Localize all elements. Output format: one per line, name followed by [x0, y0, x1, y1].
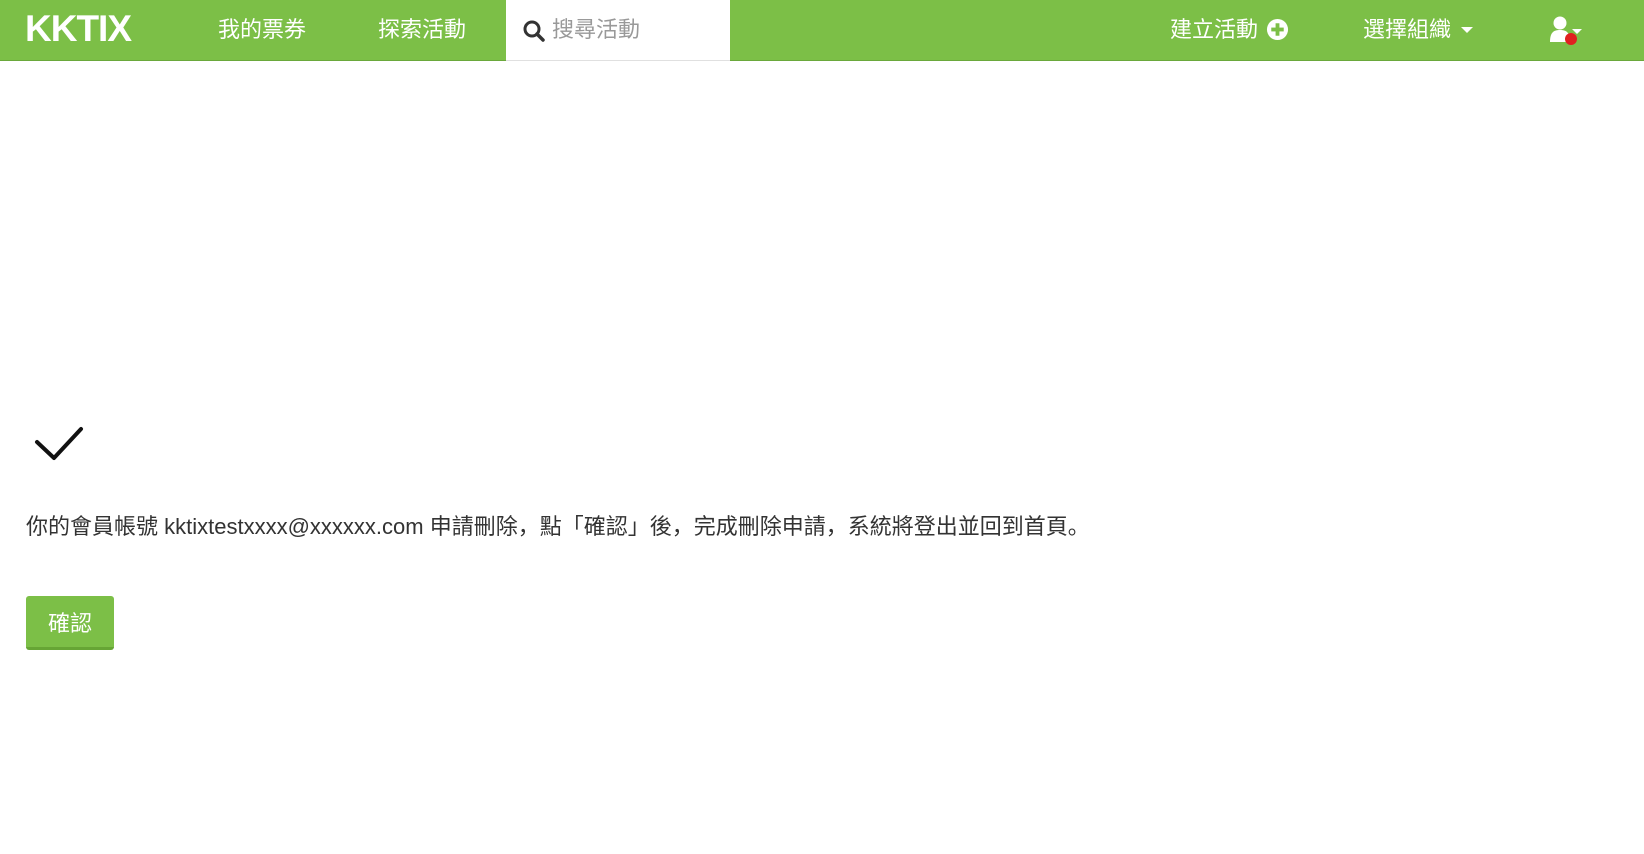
create-event-label: 建立活動: [1170, 17, 1259, 42]
chevron-down-icon: [1461, 26, 1474, 33]
plus-circle-icon: [1266, 18, 1289, 40]
select-org-dropdown[interactable]: 選擇組織: [1363, 0, 1474, 60]
create-event-button[interactable]: 建立活動: [1170, 0, 1289, 60]
search-icon: [523, 20, 545, 42]
user-menu[interactable]: [1550, 14, 1594, 48]
top-navbar: KKTIX 我的票券 探索活動 建立活動 選擇組織: [0, 0, 1644, 61]
search-input[interactable]: [552, 0, 722, 60]
kktix-logo[interactable]: KKTIX: [25, 11, 157, 45]
select-org-label: 選擇組織: [1363, 17, 1452, 42]
check-icon: [35, 427, 83, 460]
search-box: [506, 0, 730, 61]
logo-text: KKTIX: [25, 11, 132, 45]
notification-dot: [1565, 33, 1577, 45]
nav-explore-events[interactable]: 探索活動: [378, 0, 466, 60]
delete-account-message: 你的會員帳號 kktixtestxxxx@xxxxxx.com 申請刪除，點「確…: [26, 514, 1090, 539]
confirm-button[interactable]: 確認: [26, 596, 114, 650]
nav-my-tickets[interactable]: 我的票券: [218, 0, 306, 60]
